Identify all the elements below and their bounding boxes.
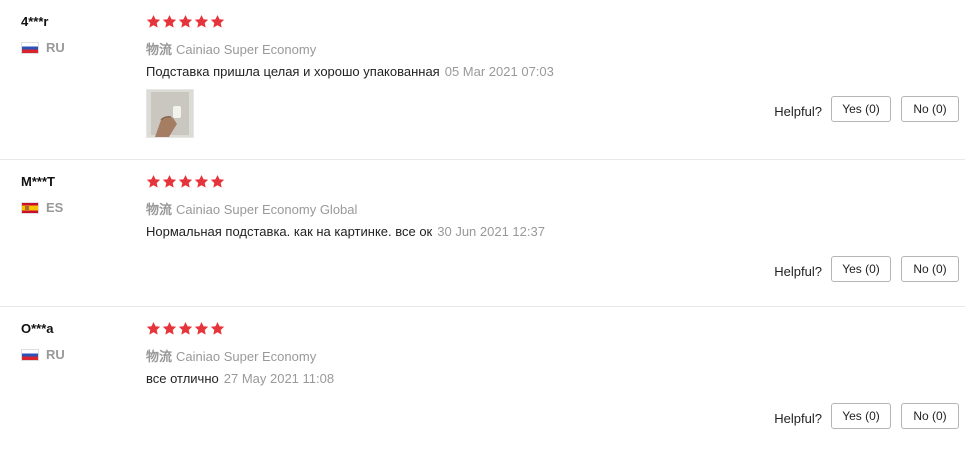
- star-icon: [210, 174, 225, 188]
- reviewer-name: 4***r: [21, 14, 49, 29]
- star-icon: [210, 14, 225, 28]
- review-text: Подставка пришла целая и хорошо упакован…: [146, 64, 554, 79]
- star-icon: [178, 14, 193, 28]
- review-body: Подставка пришла целая и хорошо упакован…: [146, 64, 440, 79]
- logistics-label: 物流: [146, 42, 173, 57]
- reviewer-country: ES: [21, 200, 63, 215]
- reviewer-country: RU: [21, 347, 65, 362]
- logistics-info: 物流 Cainiao Super Economy: [146, 346, 316, 365]
- helpful-yes-button[interactable]: Yes (0): [831, 96, 891, 122]
- review-body: все отлично: [146, 371, 219, 386]
- star-icon: [162, 321, 177, 335]
- star-icon: [146, 321, 161, 335]
- star-icon: [210, 321, 225, 335]
- logistics-value: Cainiao Super Economy: [176, 349, 317, 364]
- logistics-value: Cainiao Super Economy: [176, 42, 317, 57]
- star-icon: [162, 174, 177, 188]
- logistics-label: 物流: [146, 202, 173, 217]
- star-icon: [146, 174, 161, 188]
- review-date: 30 Jun 2021 12:37: [437, 224, 545, 239]
- star-icon: [162, 14, 177, 28]
- logistics-info: 物流 Cainiao Super Economy: [146, 39, 316, 58]
- review-item: M***T ES 物流 Cainiao Super Economy Global …: [0, 160, 965, 307]
- review-text: Нормальная подставка. как на картинке. в…: [146, 224, 545, 239]
- helpful-label: Helpful?: [774, 264, 822, 279]
- review-date: 05 Mar 2021 07:03: [444, 64, 554, 79]
- star-icon: [178, 174, 193, 188]
- helpful-no-button[interactable]: No (0): [901, 256, 959, 282]
- helpful-no-button[interactable]: No (0): [901, 403, 959, 429]
- star-icon: [146, 14, 161, 28]
- review-item: 4***r RU 物流 Cainiao Super Economy Подстав…: [0, 0, 965, 160]
- review-text: все отлично 27 May 2021 11:08: [146, 371, 334, 386]
- reviewer-name: M***T: [21, 174, 55, 189]
- flag-russia-icon: [21, 41, 39, 54]
- star-icon: [194, 321, 209, 335]
- reviewer-name: O***a: [21, 321, 54, 336]
- review-item: O***a RU 物流 Cainiao Super Economy все отл…: [0, 307, 965, 449]
- logistics-value: Cainiao Super Economy Global: [176, 202, 358, 217]
- review-body: Нормальная подставка. как на картинке. в…: [146, 224, 433, 239]
- country-code: RU: [46, 347, 65, 362]
- helpful-label: Helpful?: [774, 104, 822, 119]
- star-icon: [178, 321, 193, 335]
- star-rating: [146, 14, 225, 29]
- star-icon: [194, 14, 209, 28]
- star-rating: [146, 174, 225, 189]
- star-rating: [146, 321, 225, 336]
- country-code: ES: [46, 200, 64, 215]
- review-date: 27 May 2021 11:08: [223, 371, 335, 386]
- country-code: RU: [46, 40, 65, 55]
- helpful-label: Helpful?: [774, 411, 822, 426]
- helpful-yes-button[interactable]: Yes (0): [831, 256, 891, 282]
- flag-spain-icon: [21, 201, 39, 214]
- logistics-label: 物流: [146, 349, 173, 364]
- star-icon: [194, 174, 209, 188]
- helpful-no-button[interactable]: No (0): [901, 96, 959, 122]
- helpful-yes-button[interactable]: Yes (0): [831, 403, 891, 429]
- reviewer-country: RU: [21, 40, 65, 55]
- photo-image-icon: [147, 90, 193, 137]
- flag-russia-icon: [21, 348, 39, 361]
- logistics-info: 物流 Cainiao Super Economy Global: [146, 199, 357, 218]
- review-photo-thumbnail[interactable]: [146, 89, 194, 138]
